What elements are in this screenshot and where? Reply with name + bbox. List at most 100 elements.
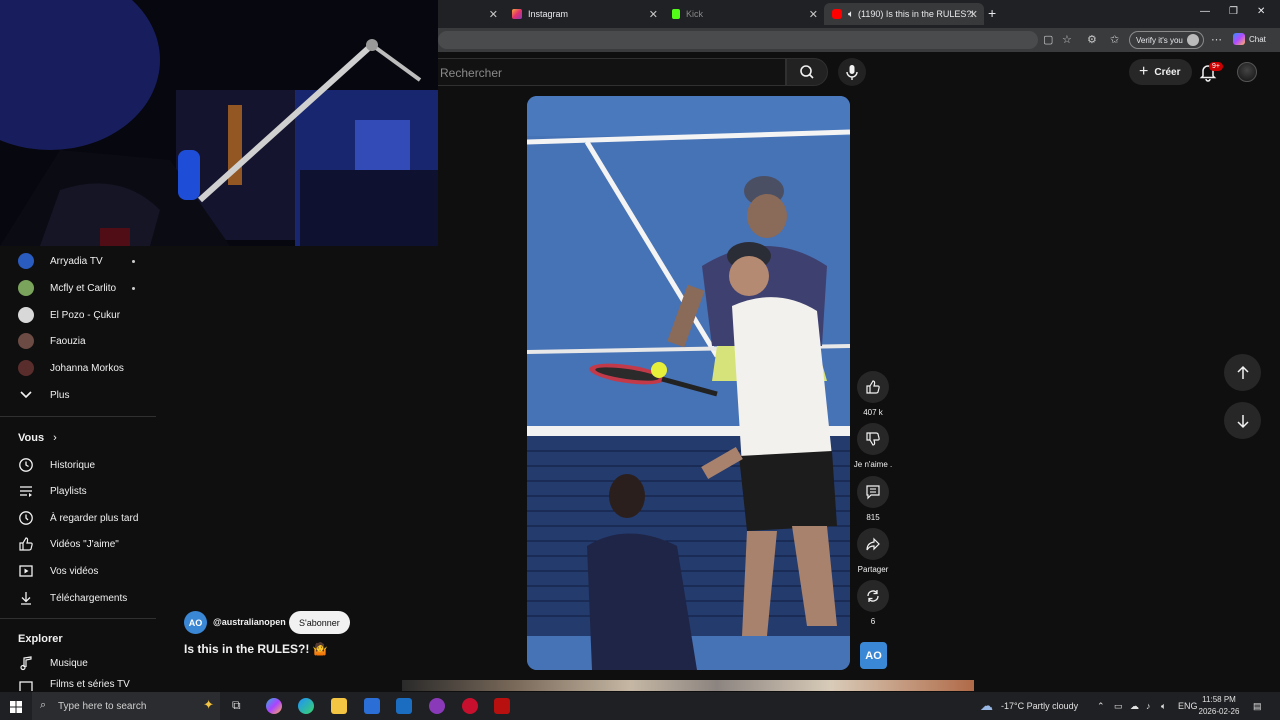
language-indicator[interactable]: ENG — [1178, 701, 1198, 711]
channel-handle[interactable]: @australianopen — [213, 617, 286, 627]
music-icon — [18, 655, 34, 671]
app-icon[interactable] — [429, 698, 445, 714]
sidebar-item-downloads[interactable]: Téléchargements — [18, 588, 127, 608]
like-count: 407 k — [863, 408, 883, 417]
sidebar-item-johanna-morkos[interactable]: Johanna Morkos — [18, 358, 124, 378]
channel-avatar[interactable]: AO — [184, 611, 207, 634]
arrow-down-icon — [1236, 414, 1249, 428]
weather-text[interactable]: -17°C Partly cloudy — [1001, 701, 1078, 711]
close-window-icon[interactable]: ✕ — [1257, 6, 1265, 17]
verify-profile-button[interactable]: Verify it's you — [1129, 31, 1204, 49]
next-short-preview[interactable] — [402, 680, 974, 691]
like-action[interactable]: 407 k — [857, 371, 889, 417]
extensions-icon[interactable]: ⚙ — [1087, 33, 1097, 46]
sidebar-item-watch-later[interactable]: À regarder plus tard — [18, 508, 138, 528]
create-button[interactable]: + Créer — [1129, 59, 1193, 85]
favorites-icon[interactable]: ✩ — [1110, 33, 1119, 46]
sidebar-item-el-pozo-cukur[interactable]: El Pozo - Çukur — [18, 305, 120, 325]
restore-icon[interactable]: ❐ — [1229, 6, 1238, 17]
comments-button[interactable] — [857, 476, 889, 508]
downloads-icon — [18, 590, 34, 606]
search-button[interactable] — [786, 58, 828, 86]
sidebar-section-you[interactable]: Vous › — [18, 432, 57, 444]
short-video-player[interactable] — [527, 96, 850, 670]
network-icon[interactable]: ▭ — [1114, 701, 1123, 712]
remix-icon — [867, 590, 879, 602]
sidebar-divider — [0, 618, 156, 619]
kick-icon — [672, 9, 680, 19]
sidebar-item-faouzia[interactable]: Faouzia — [18, 331, 86, 351]
dislike-action[interactable]: Je n'aime . — [854, 423, 892, 469]
tab-previous[interactable]: ✕ — [440, 3, 504, 25]
account-avatar[interactable] — [1237, 62, 1257, 82]
share-icon — [866, 537, 880, 551]
clock[interactable]: 11:58 PM 2026-02-26 — [1198, 694, 1240, 718]
minimize-icon[interactable]: — — [1200, 6, 1210, 17]
app-icon[interactable] — [494, 698, 510, 714]
address-field[interactable] — [438, 31, 1038, 49]
file-explorer-icon[interactable] — [331, 698, 347, 714]
close-tab-icon[interactable]: ✕ — [489, 8, 498, 21]
chevron-up-icon[interactable]: ⌃ — [1097, 701, 1105, 712]
new-tab-button[interactable]: + — [988, 5, 996, 21]
previous-short-button[interactable] — [1224, 354, 1261, 391]
tab-instagram[interactable]: Instagram ✕ — [504, 3, 664, 25]
voice-search-button[interactable] — [838, 58, 866, 86]
subscribe-button[interactable]: S'abonner — [289, 611, 350, 634]
remix-action[interactable]: 6 — [857, 580, 889, 626]
reader-icon[interactable]: ▢ — [1043, 33, 1053, 46]
playlists-icon — [18, 483, 34, 499]
tab-label: Instagram — [528, 9, 569, 19]
share-action[interactable]: Partager — [857, 528, 889, 574]
close-tab-icon[interactable]: ✕ — [649, 8, 658, 21]
outlook-app-icon[interactable] — [396, 698, 412, 714]
like-button[interactable] — [857, 371, 889, 403]
comment-icon — [866, 485, 880, 500]
windows-start-icon[interactable] — [10, 700, 22, 718]
share-button[interactable] — [857, 528, 889, 560]
microphone-icon[interactable]: ♪ — [1146, 701, 1151, 711]
sidebar-item-playlists[interactable]: Playlists — [18, 481, 87, 501]
search-icon: ⌕ — [40, 699, 47, 711]
comments-action[interactable]: 815 — [857, 476, 889, 522]
copilot-app-icon[interactable] — [266, 698, 282, 714]
sidebar-item-music[interactable]: Musique — [18, 653, 88, 673]
tab-youtube-active[interactable]: 🔈︎ (1190) Is this in the RULES?! ✕ — [824, 3, 984, 25]
sidebar-item-your-videos[interactable]: Vos vidéos — [18, 561, 98, 581]
tab-label: Kick — [686, 9, 704, 19]
sidebar-item-movies[interactable]: Films et séries TV — [18, 679, 130, 691]
cloud-icon[interactable]: ☁ — [1130, 701, 1139, 712]
task-view-icon[interactable]: ⧉ — [232, 698, 248, 714]
edge-app-icon[interactable] — [298, 698, 314, 714]
favorite-star-icon[interactable]: ☆ — [1062, 33, 1072, 46]
sidebar-item-label: Playlists — [50, 485, 87, 497]
copilot-chat-button[interactable]: Chat — [1233, 33, 1266, 45]
search-input[interactable]: Rechercher — [430, 58, 786, 86]
tab-label: (1190) Is this in the RULES?! — [858, 9, 974, 19]
channel-avatar — [18, 307, 34, 323]
movies-icon — [18, 679, 34, 691]
sidebar-show-more[interactable]: Plus — [18, 385, 69, 405]
sidebar-item-label: Mcfly et Carlito — [50, 282, 117, 294]
new-content-dot — [132, 287, 135, 290]
taskbar-search-input[interactable]: ⌕ Type here to search ✦ — [32, 692, 220, 720]
store-app-icon[interactable] — [364, 698, 380, 714]
sidebar-item-history[interactable]: Historique — [18, 455, 95, 475]
close-tab-icon[interactable]: ✕ — [969, 8, 978, 21]
sidebar-item-mcfly-et-carlito[interactable]: Mcfly et Carlito — [18, 278, 116, 298]
app-icon[interactable] — [462, 698, 478, 714]
dislike-button[interactable] — [857, 423, 889, 455]
more-menu-icon[interactable]: ⋯ — [1211, 33, 1222, 46]
sidebar-item-arryadia-tv[interactable]: Arryadia TV — [18, 251, 103, 271]
next-short-button[interactable] — [1224, 402, 1261, 439]
speaker-icon[interactable]: 🔈︎ — [848, 9, 854, 20]
notifications-icon[interactable]: ▤ — [1253, 701, 1262, 712]
close-tab-icon[interactable]: ✕ — [809, 8, 818, 21]
remix-button[interactable] — [857, 580, 889, 612]
volume-icon[interactable]: 🔈︎ — [1161, 701, 1166, 712]
watch-later-icon — [18, 510, 34, 526]
create-label: Créer — [1154, 66, 1181, 78]
tab-kick[interactable]: Kick ✕ — [664, 3, 824, 25]
channel-logo-button[interactable]: AO — [860, 642, 887, 669]
sidebar-item-liked-videos[interactable]: Vidéos "J'aime" — [18, 534, 119, 554]
